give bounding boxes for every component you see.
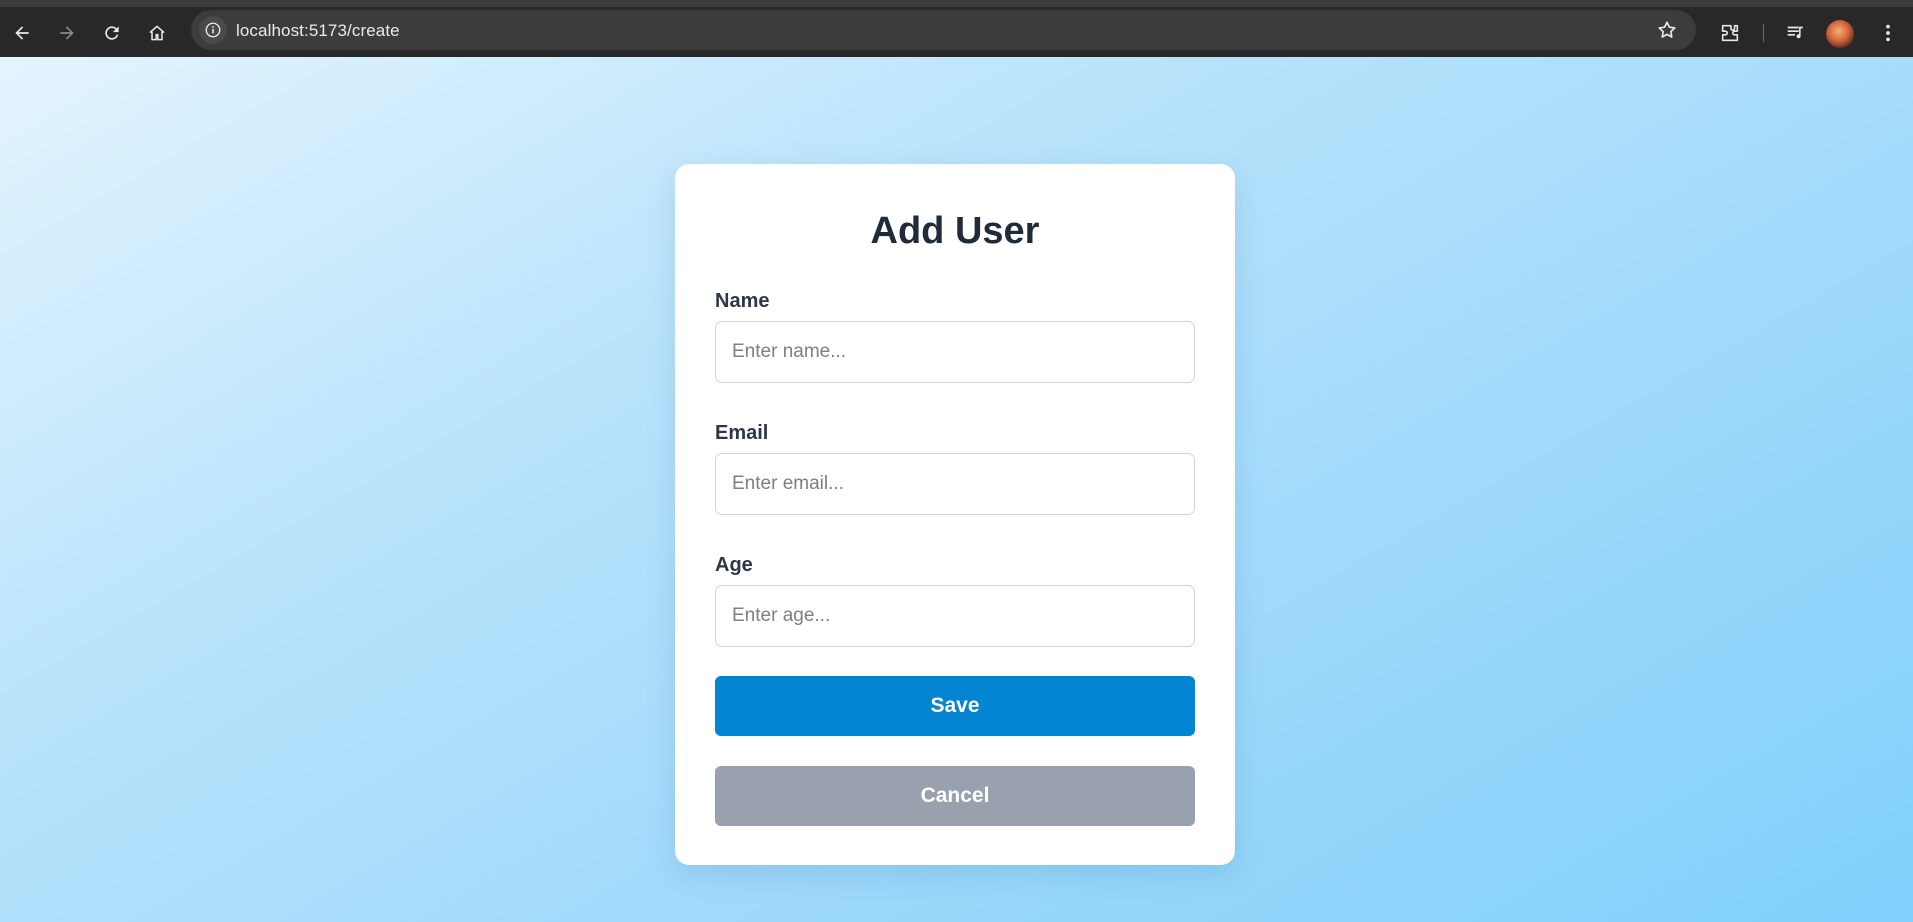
menu-kebab-icon: [1886, 24, 1890, 42]
age-label: Age: [715, 554, 753, 576]
address-bar-url[interactable]: localhost:5173/create: [236, 21, 400, 41]
forward-arrow-icon: [60, 26, 74, 40]
home-icon: [149, 25, 165, 41]
save-button[interactable]: Save: [715, 676, 1195, 736]
address-bar[interactable]: localhost:5173/create: [191, 10, 1696, 50]
browser-toolbar: localhost:5173/create: [0, 0, 1913, 57]
home-button[interactable]: [141, 17, 173, 49]
toolbar-divider: [1763, 24, 1764, 42]
extensions-icon: [1721, 24, 1739, 42]
page-title: Add User: [870, 210, 1040, 252]
reload-icon: [105, 26, 119, 40]
page-background: Add User Name Email Age Save Cancel: [0, 57, 1913, 922]
reload-button[interactable]: [96, 17, 128, 49]
extensions-button[interactable]: [1714, 17, 1746, 49]
name-label: Name: [715, 290, 770, 312]
forward-button[interactable]: [51, 17, 83, 49]
email-label: Email: [715, 422, 769, 444]
cancel-button[interactable]: Cancel: [715, 766, 1195, 826]
email-input[interactable]: [715, 453, 1195, 515]
media-controls-icon: [1787, 26, 1803, 39]
back-arrow-icon: [15, 26, 29, 40]
site-info-icon[interactable]: [199, 16, 227, 44]
profile-avatar[interactable]: [1826, 20, 1854, 48]
add-user-card: Add User Name Email Age Save Cancel: [675, 164, 1235, 865]
age-input[interactable]: [715, 585, 1195, 647]
browser-menu-button[interactable]: [1872, 17, 1904, 49]
bookmark-star-icon[interactable]: [1656, 19, 1678, 41]
name-input[interactable]: [715, 321, 1195, 383]
back-button[interactable]: [6, 17, 38, 49]
media-controls-button[interactable]: [1780, 17, 1812, 49]
